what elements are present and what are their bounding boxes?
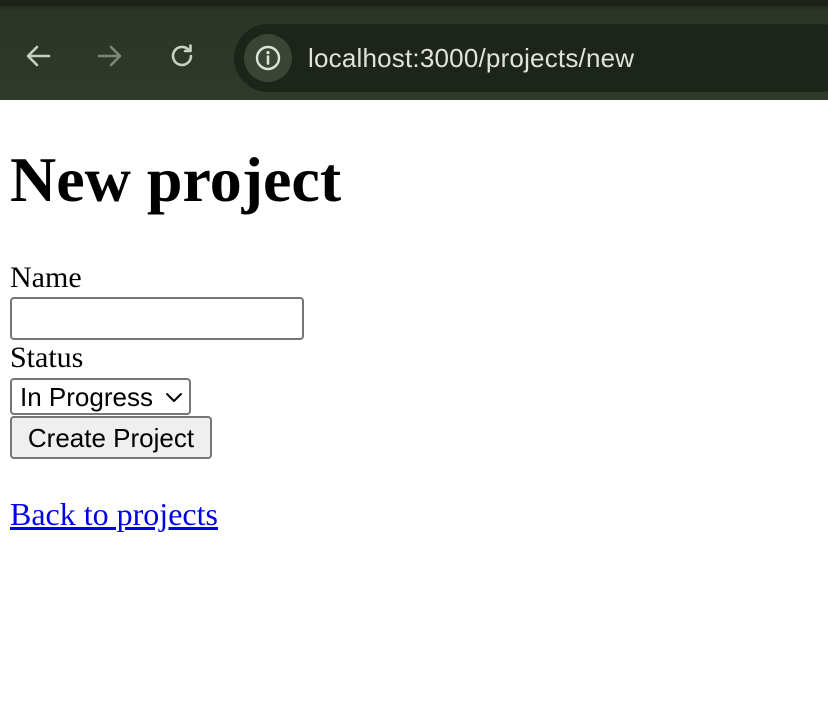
arrow-right-icon <box>97 45 122 67</box>
reload-icon <box>171 44 193 67</box>
create-project-button[interactable]: Create Project <box>10 416 212 459</box>
back-button[interactable] <box>18 36 58 76</box>
reload-button[interactable] <box>162 36 202 76</box>
page-title: New project <box>10 144 342 215</box>
status-select[interactable]: In Progress <box>10 378 191 415</box>
arrow-left-icon <box>26 45 51 67</box>
name-label: Name <box>10 261 82 294</box>
name-input[interactable] <box>10 297 304 340</box>
url-text[interactable]: localhost:3000/projects/new <box>308 42 634 74</box>
site-info-button[interactable] <box>244 34 292 82</box>
status-label: Status <box>10 341 84 374</box>
browser-toolbar: localhost:3000/projects/new <box>0 0 828 100</box>
back-to-projects-link[interactable]: Back to projects <box>10 495 218 533</box>
status-select-value: In Progress <box>20 382 153 412</box>
chevron-down-icon <box>166 393 182 402</box>
forward-button[interactable] <box>90 36 130 76</box>
info-circle-icon <box>255 45 281 71</box>
address-bar[interactable]: localhost:3000/projects/new <box>234 24 828 92</box>
